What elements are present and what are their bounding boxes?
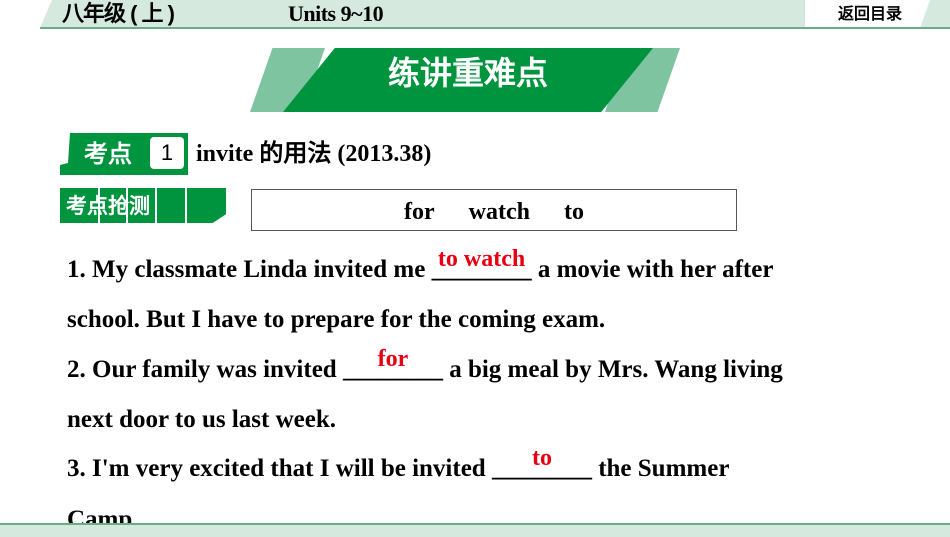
question-1: 1. My classmate Linda invited me _______… [67, 246, 773, 287]
word-bank: for watch to [251, 189, 737, 231]
word: for [404, 199, 435, 225]
point-number: 1 [150, 137, 184, 169]
word: watch [468, 199, 530, 225]
test-label: 考点抢测 [66, 194, 150, 218]
answer-blank: ________ for [342, 346, 443, 383]
answer: for [377, 346, 409, 372]
units-label: Units 9~10 [288, 1, 384, 26]
answer: to watch [437, 246, 526, 272]
point-label: 考点 [84, 140, 132, 168]
word: to [563, 199, 584, 225]
grade-label: 八年级 ( 上 ) [62, 1, 175, 26]
point-topic: invite 的用法 (2013.38) [196, 141, 432, 167]
question-2: 2. Our family was invited ________ for a … [67, 346, 783, 387]
answer-blank: ________ to [491, 445, 592, 482]
divider [155, 188, 157, 223]
section-title: 练讲重难点 [387, 54, 548, 92]
header-divider [40, 27, 950, 29]
divider [185, 188, 187, 223]
question-2-cont: next door to us last week. [67, 406, 336, 433]
question-1-cont: school. But I have to prepare for the co… [67, 306, 606, 333]
back-to-contents-button[interactable]: 返回目录 [838, 0, 902, 30]
answer-blank: ________ to watch [431, 246, 532, 283]
answer: to [531, 445, 552, 471]
question-3: 3. I'm very excited that I will be invit… [67, 445, 729, 486]
